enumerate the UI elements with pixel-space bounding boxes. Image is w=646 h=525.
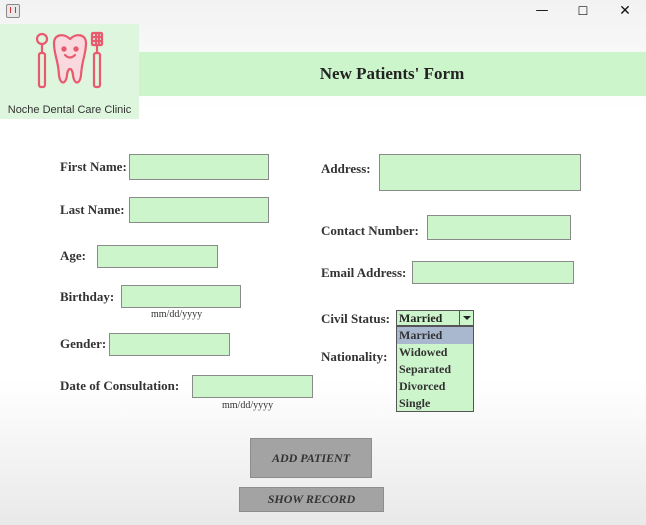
age-field[interactable] [97, 245, 218, 268]
civil-status-option-separated[interactable]: Separated [397, 361, 473, 378]
chevron-down-icon[interactable] [459, 311, 473, 325]
email-field[interactable] [412, 261, 574, 284]
close-button[interactable]: ✕ [605, 0, 645, 22]
gender-label: Gender: [60, 336, 107, 351]
birthday-format-hint: mm/dd/yyyy [151, 309, 203, 320]
civil-status-selected-value: Married [399, 311, 443, 325]
age-label: Age: [60, 248, 86, 263]
java-app-icon [6, 4, 20, 18]
civil-status-options-list[interactable]: Married Widowed Separated Divorced Singl… [396, 326, 474, 412]
first-name-field[interactable] [129, 154, 269, 180]
contact-number-field[interactable] [427, 215, 571, 240]
birthday-label: Birthday: [60, 289, 115, 304]
civil-status-label: Civil Status: [321, 311, 390, 326]
email-label: Email Address: [321, 265, 407, 280]
civil-status-option-married[interactable]: Married [397, 327, 473, 344]
tooth-with-dental-tools-icon [35, 31, 104, 89]
maximize-button[interactable]: ☐ [563, 0, 603, 22]
last-name-label: Last Name: [60, 202, 125, 217]
show-record-button[interactable]: SHOW RECORD [239, 487, 384, 512]
title-bar: — ☐ ✕ [0, 0, 646, 22]
add-patient-button[interactable]: ADD PATIENT [250, 438, 372, 478]
contact-number-label: Contact Number: [321, 223, 419, 238]
birthday-field[interactable] [121, 285, 241, 308]
consultation-date-label: Date of Consultation: [60, 378, 180, 393]
address-field[interactable] [379, 154, 581, 191]
civil-status-option-single[interactable]: Single [397, 395, 473, 412]
gender-field[interactable] [109, 333, 230, 356]
address-label: Address: [321, 161, 371, 176]
first-name-label: First Name: [60, 159, 127, 174]
clinic-name: Noche Dental Care Clinic [7, 104, 132, 116]
nationality-label: Nationality: [321, 349, 388, 364]
minimize-button[interactable]: — [522, 0, 562, 22]
clinic-logo: Noche Dental Care Clinic [0, 24, 139, 119]
civil-status-option-divorced[interactable]: Divorced [397, 378, 473, 395]
consultation-date-field[interactable] [192, 375, 313, 398]
consultation-date-format-hint: mm/dd/yyyy [222, 400, 274, 411]
page-title: New Patients' Form [319, 64, 465, 83]
civil-status-dropdown[interactable]: Married [396, 310, 474, 326]
civil-status-option-widowed[interactable]: Widowed [397, 344, 473, 361]
last-name-field[interactable] [129, 197, 269, 223]
